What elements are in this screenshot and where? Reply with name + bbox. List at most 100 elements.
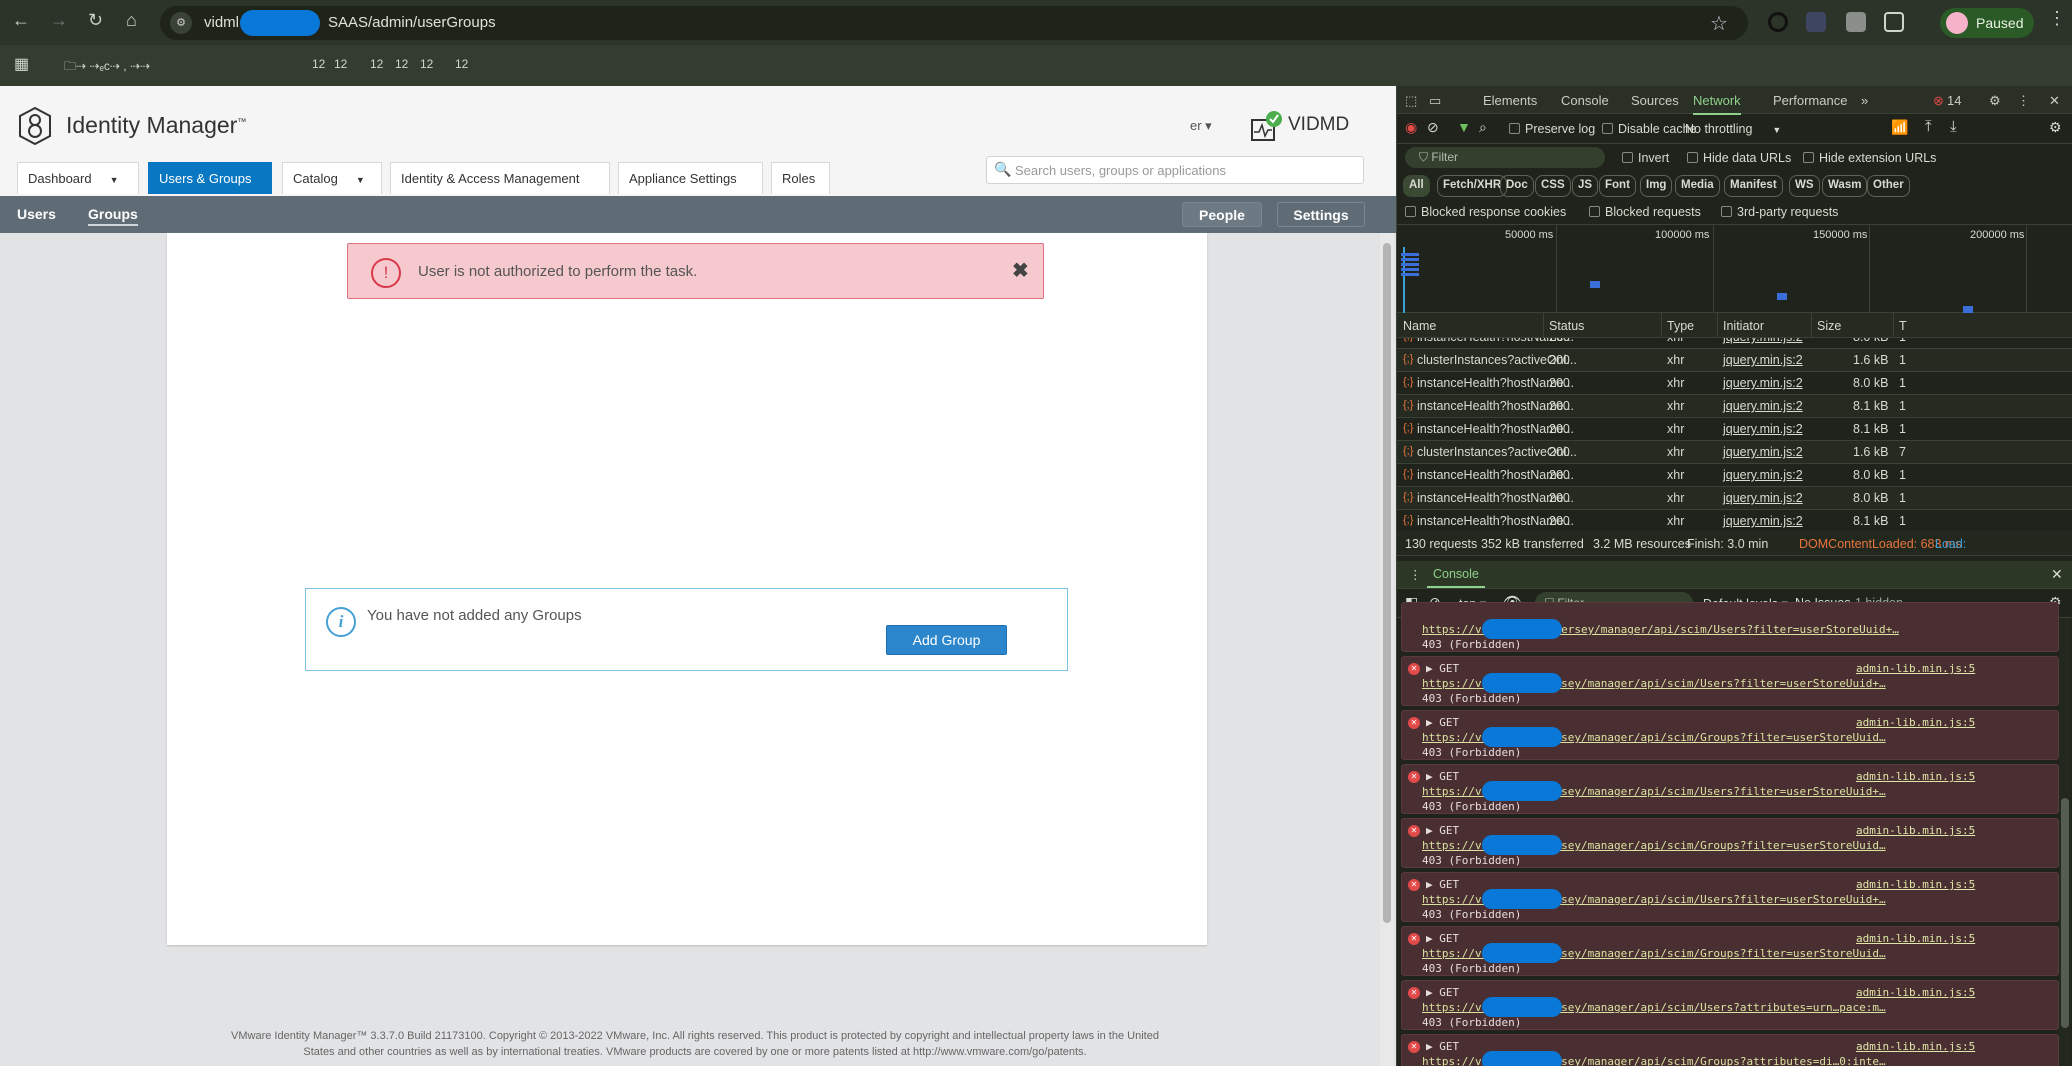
col-time[interactable]: T: [1899, 319, 1907, 333]
network-conditions-icon[interactable]: 📶: [1891, 119, 1908, 136]
network-request-row[interactable]: {;} instanceHealth?hostName... 200 xhr j…: [1397, 338, 2072, 349]
request-method[interactable]: ▶ GET: [1426, 716, 1459, 729]
search-input[interactable]: 🔍 Search users, groups or applications: [986, 156, 1364, 184]
request-method[interactable]: ▶ GET: [1426, 662, 1459, 675]
request-initiator[interactable]: jquery.min.js:2: [1723, 399, 1803, 413]
network-request-row[interactable]: {;} instanceHealth?hostName... 200 xhr j…: [1397, 395, 2072, 418]
source-link[interactable]: admin-lib.min.js:5: [1856, 878, 1975, 891]
source-link[interactable]: admin-lib.min.js:5: [1856, 770, 1975, 783]
blocked-cookies-checkbox[interactable]: Blocked response cookies: [1405, 205, 1566, 219]
record-icon[interactable]: ◉: [1405, 119, 1417, 136]
request-method[interactable]: ▶ GET: [1426, 932, 1459, 945]
console-error-message[interactable]: ✕ ▶ GET admin-lib.min.js:5 https://vid /SAA…: [1401, 1034, 2059, 1066]
tab-sources[interactable]: Sources: [1631, 93, 1679, 108]
close-devtools-icon[interactable]: ✕: [2049, 93, 2060, 109]
network-request-row[interactable]: {;} instanceHealth?hostName... 200 xhr j…: [1397, 464, 2072, 487]
source-link[interactable]: admin-lib.min.js:5: [1856, 986, 1975, 999]
export-har-icon[interactable]: ⤓: [1950, 118, 1957, 135]
source-link[interactable]: admin-lib.min.js:5: [1856, 824, 1975, 837]
type-filter-manifest[interactable]: Manifest: [1724, 175, 1783, 197]
type-filter-fetchxhr[interactable]: Fetch/XHR: [1437, 175, 1508, 197]
bookmark-item[interactable]: 12: [312, 57, 325, 71]
source-link[interactable]: admin-lib.min.js:5: [1856, 932, 1975, 945]
tab-dashboard[interactable]: Dashboard ▼: [17, 162, 139, 194]
extension-icon[interactable]: [1768, 12, 1788, 32]
throttling-select[interactable]: No throttling ▼: [1685, 122, 1781, 136]
blocked-requests-checkbox[interactable]: Blocked requests: [1589, 205, 1701, 219]
network-request-row[interactable]: {;} instanceHealth?hostName... 200 xhr j…: [1397, 418, 2072, 441]
apps-grid-icon[interactable]: ▦: [14, 54, 29, 74]
bookmark-item[interactable]: 12: [370, 57, 383, 71]
tab-console[interactable]: Console: [1561, 93, 1609, 108]
console-error-message[interactable]: ✕ ▶ GET admin-lib.min.js:5 https://vid /SAA…: [1401, 764, 2059, 814]
col-name[interactable]: Name: [1403, 319, 1436, 333]
type-filter-img[interactable]: Img: [1640, 175, 1673, 197]
source-link[interactable]: admin-lib.min.js:5: [1856, 716, 1975, 729]
page-scrollbar[interactable]: [1380, 233, 1394, 1066]
col-status[interactable]: Status: [1549, 319, 1584, 333]
bookmark-star-icon[interactable]: ☆: [1710, 11, 1728, 36]
people-button[interactable]: People: [1182, 202, 1262, 227]
filter-input[interactable]: ⛉ Filter: [1405, 147, 1605, 168]
bookmark-item[interactable]: 12: [455, 57, 468, 71]
request-method[interactable]: ▶ GET: [1426, 986, 1459, 999]
console-error-message[interactable]: ✕ ▶ GET admin-lib.min.js:5 https://vid /SAA…: [1401, 872, 2059, 922]
tab-performance[interactable]: Performance: [1773, 93, 1847, 108]
tab-appliance-settings[interactable]: Appliance Settings: [618, 162, 763, 194]
settings-button[interactable]: Settings: [1277, 202, 1365, 227]
type-filter-css[interactable]: CSS: [1535, 175, 1571, 197]
request-initiator[interactable]: jquery.min.js:2: [1723, 514, 1803, 528]
forward-icon[interactable]: →: [50, 10, 68, 31]
extension-icon[interactable]: [1806, 12, 1826, 32]
disable-cache-checkbox[interactable]: Disable cache: [1602, 122, 1697, 136]
network-request-row[interactable]: {;} clusterInstances?activeOnl... 200 xh…: [1397, 441, 2072, 464]
console-error-message[interactable]: ✕ ▶ GET admin-lib.min.js:5 https://vid /SAA…: [1401, 656, 2059, 706]
device-toolbar-icon[interactable]: ▭: [1429, 93, 1441, 109]
request-method[interactable]: ▶ GET: [1426, 824, 1459, 837]
more-options-icon[interactable]: ⋮: [2017, 93, 2030, 109]
back-icon[interactable]: ←: [12, 10, 30, 31]
filter-funnel-icon[interactable]: ▼: [1457, 119, 1471, 135]
drawer-menu-icon[interactable]: ⋮: [1409, 567, 1422, 582]
error-count[interactable]: 14: [1947, 93, 1961, 108]
search-icon[interactable]: ⌕: [1479, 119, 1487, 136]
bookmark-item[interactable]: 12: [420, 57, 433, 71]
network-settings-icon[interactable]: ⚙: [2049, 119, 2062, 136]
hide-extension-urls-checkbox[interactable]: Hide extension URLs: [1803, 151, 1936, 165]
col-size[interactable]: Size: [1817, 319, 1841, 333]
user-menu[interactable]: er ▾: [1190, 118, 1212, 134]
request-initiator[interactable]: jquery.min.js:2: [1723, 468, 1803, 482]
request-initiator[interactable]: jquery.min.js:2: [1723, 491, 1803, 505]
tab-catalog[interactable]: Catalog ▼: [282, 162, 382, 194]
bookmark-item[interactable]: 12: [334, 57, 347, 71]
tab-elements[interactable]: Elements: [1483, 93, 1537, 108]
home-icon[interactable]: ⌂: [126, 10, 137, 31]
request-method[interactable]: ▶ GET: [1426, 770, 1459, 783]
network-request-row[interactable]: {;} instanceHealth?hostName... 200 xhr j…: [1397, 487, 2072, 510]
request-initiator[interactable]: jquery.min.js:2: [1723, 422, 1803, 436]
browser-menu-icon[interactable]: ⋮: [2048, 8, 2066, 29]
reload-icon[interactable]: ↻: [88, 10, 103, 31]
network-request-row[interactable]: {;} instanceHealth?hostName... 200 xhr j…: [1397, 510, 2072, 531]
console-error-message[interactable]: ✕ ▶ GET admin-lib.min.js:5 https://vid /SAA…: [1401, 710, 2059, 760]
tab-identity-access-management[interactable]: Identity & Access Management: [390, 162, 610, 194]
console-error-message[interactable]: ✕ ▶ GET admin-lib.min.js:5 https://vid /SAA…: [1401, 818, 2059, 868]
bookmark-item[interactable]: 12: [395, 57, 408, 71]
subnav-groups[interactable]: Groups: [88, 206, 138, 226]
source-link[interactable]: admin-lib.min.js:5: [1856, 1040, 1975, 1053]
subnav-users[interactable]: Users: [17, 206, 56, 222]
add-group-button[interactable]: Add Group: [886, 625, 1007, 655]
close-drawer-icon[interactable]: ✕: [2051, 566, 2063, 583]
network-overview-timeline[interactable]: 50000 ms 100000 ms 150000 ms 200000 ms: [1397, 225, 2072, 313]
drawer-tab-console[interactable]: Console: [1427, 567, 1485, 588]
source-link[interactable]: admin-lib.min.js:5: [1856, 662, 1975, 675]
type-filter-font[interactable]: Font: [1599, 175, 1636, 197]
close-icon[interactable]: ✖: [1012, 258, 1029, 283]
address-bar[interactable]: ⚙ vidml SAAS/admin/userGroups ☆: [160, 6, 1748, 40]
request-initiator[interactable]: jquery.min.js:2: [1723, 338, 1803, 344]
third-party-checkbox[interactable]: 3rd-party requests: [1721, 205, 1838, 219]
inspect-element-icon[interactable]: ⬚: [1405, 93, 1417, 109]
type-filter-other[interactable]: Other: [1867, 175, 1910, 197]
type-filter-ws[interactable]: WS: [1789, 175, 1820, 197]
request-method[interactable]: ▶ GET: [1426, 1040, 1459, 1053]
